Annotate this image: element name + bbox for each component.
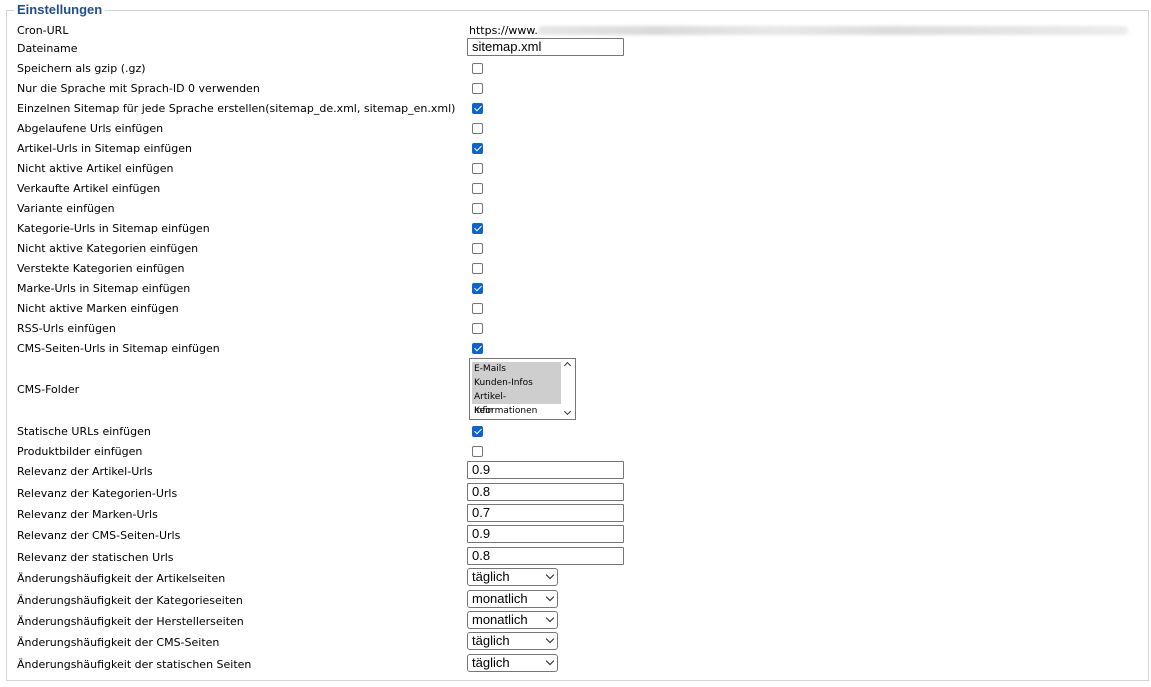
filename-input[interactable]: sitemap.xml [467, 38, 624, 56]
frequency-select[interactable]: monatlich [467, 611, 558, 629]
relevance-input[interactable]: 0.9 [467, 525, 624, 543]
option-label: Einzelnen Sitemap für jede Sprache erste… [17, 102, 456, 115]
option-label: Variante einfügen [17, 202, 115, 215]
cms-folder-option[interactable]: E-Mails [472, 362, 561, 376]
frequency-select[interactable]: täglich [467, 568, 558, 586]
scroll-up-icon[interactable] [563, 361, 572, 370]
chevron-down-icon [545, 592, 555, 602]
option-label: Statische URLs einfügen [17, 425, 151, 438]
option-label: Verkaufte Artikel einfügen [17, 182, 161, 195]
chevron-down-icon [545, 613, 555, 623]
frequency-select-value: monatlich [472, 612, 528, 627]
option-checkbox[interactable] [472, 263, 483, 274]
scroll-down-icon[interactable] [563, 407, 572, 416]
option-checkbox[interactable] [472, 283, 483, 294]
option-checkbox[interactable] [472, 223, 483, 234]
option-label: CMS-Seiten-Urls in Sitemap einfügen [17, 342, 220, 355]
option-label: RSS-Urls einfügen [17, 322, 116, 335]
chevron-down-icon [545, 634, 555, 644]
option-label: Abgelaufene Urls einfügen [17, 122, 164, 135]
frequency-label: Änderungshäufigkeit der Artikelseiten [17, 572, 226, 585]
option-label: Nur die Sprache mit Sprach-ID 0 verwende… [17, 82, 260, 95]
settings-legend: Einstellungen [14, 2, 106, 17]
option-checkbox[interactable] [472, 203, 483, 214]
option-label: Artikel-Urls in Sitemap einfügen [17, 142, 192, 155]
option-checkbox[interactable] [472, 426, 483, 437]
relevance-label: Relevanz der statischen Urls [17, 551, 174, 564]
cms-folder-listbox[interactable]: E-Mails Kunden-Infos Artikel-Information… [469, 358, 576, 420]
frequency-label: Änderungshäufigkeit der CMS-Seiten [17, 636, 220, 649]
option-label: Produktbilder einfügen [17, 445, 143, 458]
relevance-label: Relevanz der Marken-Urls [17, 508, 158, 521]
listbox-scrollbar[interactable] [562, 359, 575, 419]
option-label: Nicht aktive Kategorien einfügen [17, 242, 199, 255]
relevance-label: Relevanz der CMS-Seiten-Urls [17, 529, 181, 542]
relevance-input[interactable]: 0.7 [467, 504, 624, 522]
option-checkbox[interactable] [472, 103, 483, 114]
option-checkbox[interactable] [472, 446, 483, 457]
relevance-input[interactable]: 0.8 [467, 483, 624, 501]
cms-folder-option[interactable]: Kunden-Infos [472, 376, 561, 390]
relevance-input[interactable]: 0.9 [467, 461, 624, 479]
filename-label: Dateiname [17, 42, 78, 55]
cms-folder-option[interactable]: Artikel-Informationen [472, 390, 561, 416]
frequency-select-value: täglich [472, 655, 510, 670]
frequency-label: Änderungshäufigkeit der statischen Seite… [17, 658, 252, 671]
frequency-select-value: monatlich [472, 591, 528, 606]
option-label: Speichern als gzip (.gz) [17, 62, 146, 75]
option-checkbox[interactable] [472, 123, 483, 134]
frequency-select[interactable]: täglich [467, 654, 558, 672]
cron-url-label: Cron-URL [17, 24, 69, 37]
frequency-label: Änderungshäufigkeit der Herstellerseiten [17, 615, 244, 628]
chevron-down-icon [545, 570, 555, 580]
option-label: Kategorie-Urls in Sitemap einfügen [17, 222, 210, 235]
cron-url-value: https://www. [469, 24, 538, 37]
option-checkbox[interactable] [472, 63, 483, 74]
relevance-label: Relevanz der Artikel-Urls [17, 465, 153, 478]
chevron-down-icon [545, 656, 555, 666]
option-checkbox[interactable] [472, 343, 483, 354]
frequency-select[interactable]: monatlich [467, 590, 558, 608]
option-checkbox[interactable] [472, 143, 483, 154]
option-label: Nicht aktive Marken einfügen [17, 302, 179, 315]
option-checkbox[interactable] [472, 303, 483, 314]
option-checkbox[interactable] [472, 163, 483, 174]
option-label: Verstekte Kategorien einfügen [17, 262, 185, 275]
cms-folder-label: CMS-Folder [17, 383, 80, 396]
frequency-label: Änderungshäufigkeit der Kategorieseiten [17, 594, 243, 607]
option-checkbox[interactable] [472, 183, 483, 194]
cron-url-redacted [538, 26, 1128, 35]
option-label: Marke-Urls in Sitemap einfügen [17, 282, 191, 295]
option-checkbox[interactable] [472, 83, 483, 94]
frequency-select-value: täglich [472, 633, 510, 648]
cms-folder-option[interactable]: Kein [472, 404, 561, 418]
frequency-select[interactable]: täglich [467, 632, 558, 650]
option-checkbox[interactable] [472, 323, 483, 334]
relevance-input[interactable]: 0.8 [467, 547, 624, 565]
option-label: Nicht aktive Artikel einfügen [17, 162, 174, 175]
frequency-select-value: täglich [472, 569, 510, 584]
relevance-label: Relevanz der Kategorien-Urls [17, 487, 178, 500]
option-checkbox[interactable] [472, 243, 483, 254]
